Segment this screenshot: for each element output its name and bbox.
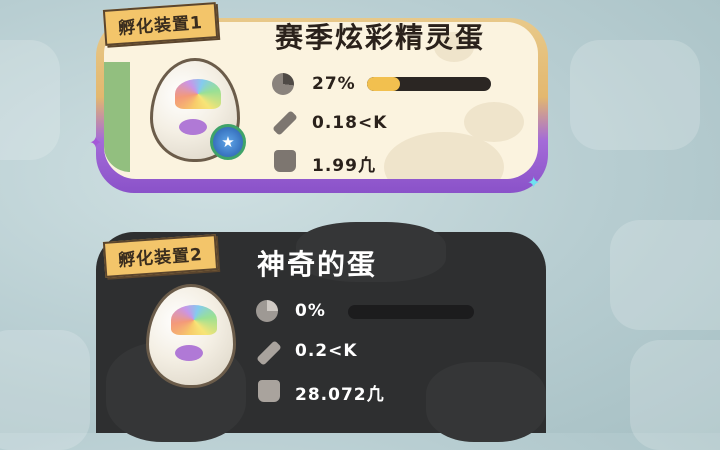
- progress-bar: [367, 77, 491, 91]
- egg-name: 神奇的蛋: [257, 248, 378, 281]
- sparkle-icon: ✦: [527, 173, 541, 192]
- progress-text: 0%: [295, 301, 326, 321]
- egg-rainbow-pattern: [175, 79, 221, 109]
- egg-name: 赛季炫彩精灵蛋: [275, 21, 486, 54]
- distance-text: 0.2<K: [295, 341, 358, 361]
- card-decor: [426, 362, 546, 442]
- background-tile: [0, 330, 90, 450]
- distance-text: 0.18<K: [312, 113, 388, 133]
- weight-icon: [274, 150, 296, 172]
- background-tile: [0, 40, 60, 160]
- weight-text: 1.99​凢: [312, 156, 376, 176]
- weight-text: 28.072凢: [295, 385, 385, 405]
- medal-icon: ★: [210, 124, 246, 160]
- background-tile: [630, 340, 720, 450]
- pie-progress-icon: [256, 300, 278, 322]
- progress-bar-fill: [367, 77, 401, 91]
- background-tile: [610, 220, 720, 330]
- card-decor: [104, 62, 130, 172]
- background-tile: [570, 40, 700, 150]
- egg-swirl-pattern: [179, 119, 207, 135]
- sparkle-icon: ✦: [89, 133, 103, 152]
- progress-bar: [348, 305, 474, 319]
- weight-icon: [258, 380, 280, 402]
- egg-swirl-pattern: [175, 345, 203, 361]
- egg-rainbow-pattern: [171, 305, 217, 335]
- pie-progress-icon: [272, 73, 294, 95]
- card-decor: [464, 102, 524, 142]
- progress-text: 27%: [312, 74, 356, 94]
